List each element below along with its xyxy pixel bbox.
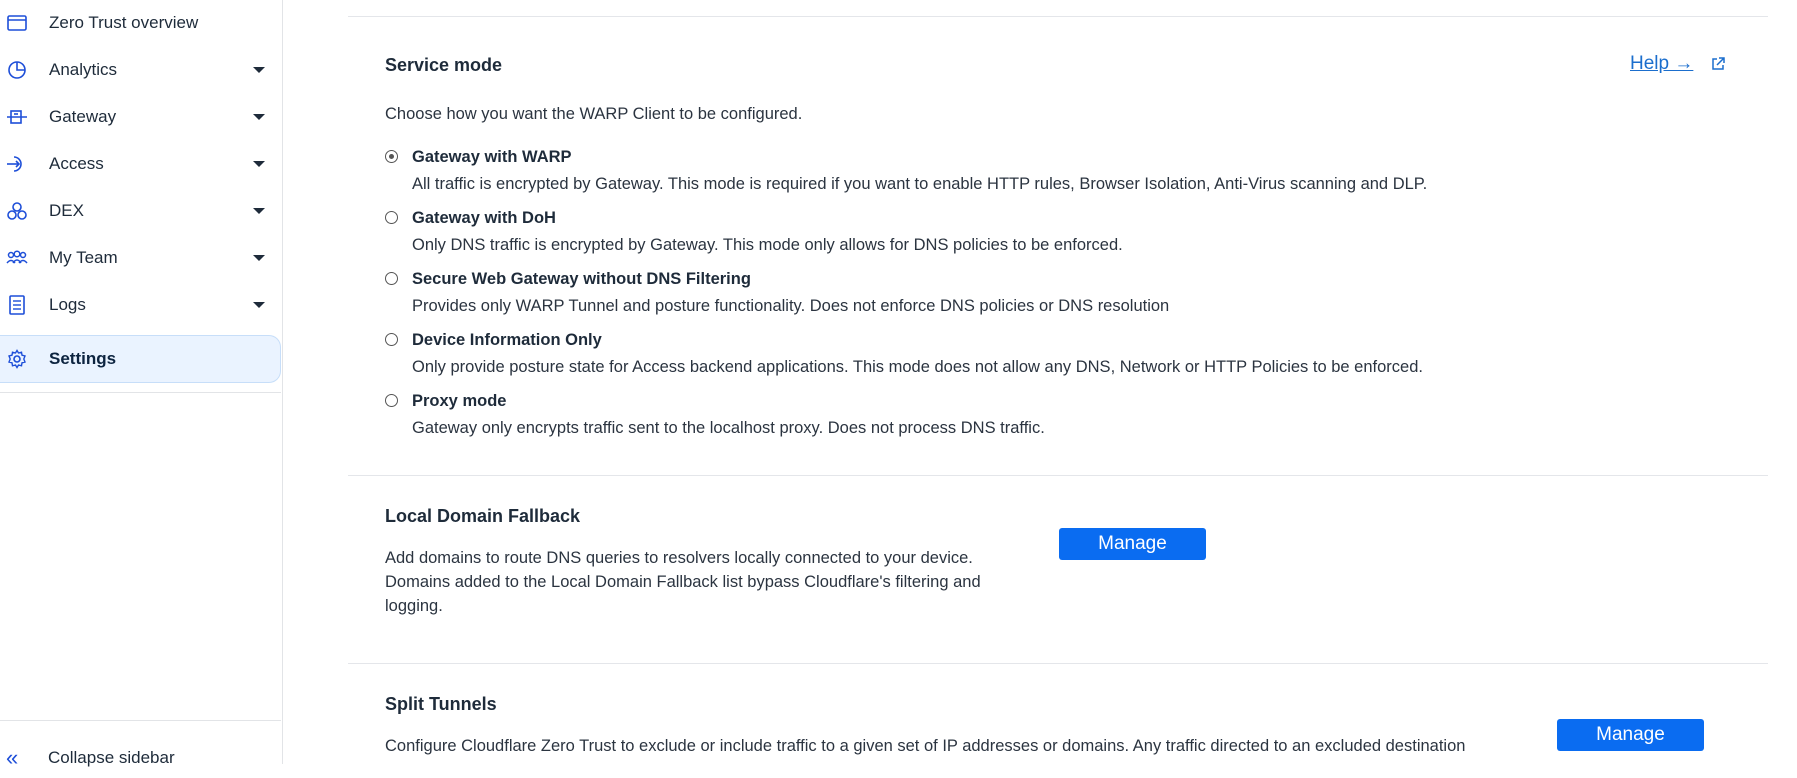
sidebar-item-label: Settings (49, 349, 117, 368)
local-domain-fallback-description-line: Add domains to route DNS queries to reso… (385, 549, 973, 567)
external-link-icon[interactable] (1710, 56, 1726, 72)
sidebar-divider (0, 720, 281, 721)
sidebar-item-dex[interactable]: DEX (0, 188, 281, 234)
logs-icon (6, 294, 28, 316)
option-label: Gateway with DoH (412, 209, 556, 227)
option-description: Only DNS traffic is encrypted by Gateway… (412, 236, 1123, 254)
radio-button[interactable] (385, 333, 398, 346)
chevron-down-icon[interactable] (253, 208, 265, 214)
service-mode-description: Choose how you want the WARP Client to b… (385, 105, 803, 123)
radio-button[interactable] (385, 211, 398, 224)
sidebar-item-label: Access (49, 154, 104, 173)
section-divider (348, 663, 1768, 664)
gateway-icon (6, 106, 28, 128)
sidebar-item-label: Zero Trust overview (49, 13, 199, 32)
double-chevron-left-icon: « (6, 745, 19, 770)
sidebar-item-label: Gateway (49, 107, 117, 126)
radio-button[interactable] (385, 150, 398, 163)
chevron-down-icon[interactable] (253, 255, 265, 261)
sidebar-item-label: DEX (49, 201, 84, 220)
access-icon (6, 153, 28, 175)
help-link[interactable]: Help → (1630, 53, 1693, 75)
sidebar-divider (0, 392, 281, 393)
option-label: Device Information Only (412, 331, 602, 349)
option-description: Gateway only encrypts traffic sent to th… (412, 419, 1045, 437)
option-description: Provides only WARP Tunnel and posture fu… (412, 297, 1170, 315)
sidebar-item-access[interactable]: Access (0, 141, 281, 187)
radio-button[interactable] (385, 272, 398, 285)
gear-icon (6, 348, 28, 370)
sidebar-item-label: Analytics (49, 60, 118, 79)
chevron-down-icon[interactable] (253, 67, 265, 73)
main-content: Service mode Help → Choose how you want … (283, 0, 1797, 764)
sidebar-item-label: My Team (49, 248, 118, 267)
sidebar-item-settings[interactable]: Settings (0, 335, 281, 383)
service-mode-title: Service mode (385, 55, 503, 75)
option-label: Gateway with WARP (412, 148, 572, 166)
pie-chart-icon (6, 59, 28, 81)
sidebar-item-analytics[interactable]: Analytics (0, 47, 281, 93)
split-tunnels-manage-button[interactable]: Manage (1557, 719, 1704, 751)
browser-window-icon (6, 12, 28, 34)
sidebar-item-zero-trust-overview[interactable]: Zero Trust overview (0, 0, 281, 46)
option-label: Secure Web Gateway without DNS Filtering (412, 270, 751, 288)
sidebar-item-my-team[interactable]: My Team (0, 235, 281, 281)
dex-icon (6, 200, 28, 222)
option-description: All traffic is encrypted by Gateway. Thi… (412, 175, 1428, 193)
team-icon (6, 247, 28, 269)
split-tunnels-title: Split Tunnels (385, 694, 497, 714)
sidebar-item-label: Logs (49, 295, 86, 314)
split-tunnels-description: Configure Cloudflare Zero Trust to exclu… (385, 737, 1466, 755)
local-domain-fallback-manage-button[interactable]: Manage (1059, 528, 1206, 560)
local-domain-fallback-description-line: logging. (385, 597, 443, 615)
radio-button[interactable] (385, 394, 398, 407)
section-divider (348, 16, 1768, 17)
local-domain-fallback-title: Local Domain Fallback (385, 506, 581, 526)
chevron-down-icon[interactable] (253, 302, 265, 308)
sidebar: Zero Trust overview Analytics Gateway Ac… (0, 0, 283, 770)
chevron-down-icon[interactable] (253, 161, 265, 167)
option-description: Only provide posture state for Access ba… (412, 358, 1423, 376)
collapse-sidebar-button[interactable]: « Collapse sidebar (0, 738, 281, 778)
collapse-sidebar-label: Collapse sidebar (48, 748, 175, 767)
local-domain-fallback-description-line: Domains added to the Local Domain Fallba… (385, 573, 981, 591)
chevron-down-icon[interactable] (253, 114, 265, 120)
sidebar-item-logs[interactable]: Logs (0, 282, 281, 328)
section-divider (348, 475, 1768, 476)
sidebar-item-gateway[interactable]: Gateway (0, 94, 281, 140)
option-label: Proxy mode (412, 392, 507, 410)
